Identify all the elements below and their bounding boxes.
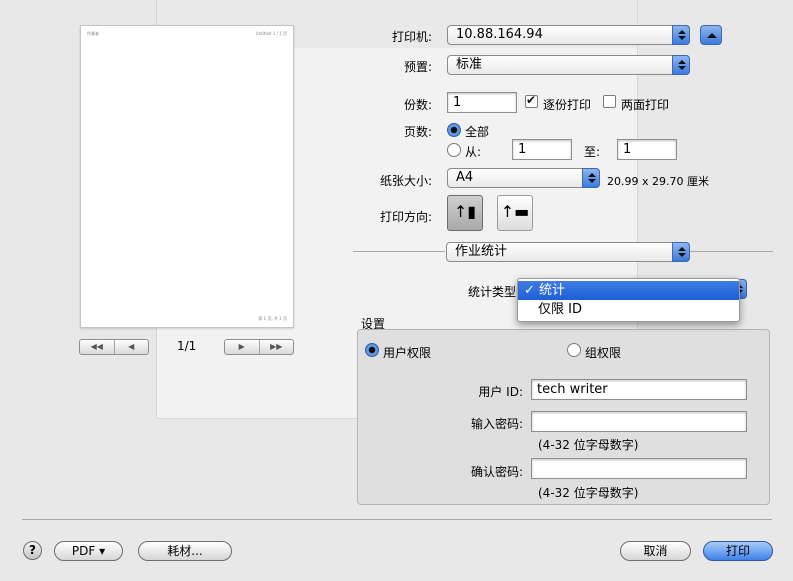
pages-all-radio[interactable]	[447, 123, 461, 137]
paper-size-select[interactable]: A4	[447, 168, 600, 188]
prev-page-button[interactable]: ◀	[113, 340, 149, 354]
portrait-button[interactable]: ↑▮	[447, 195, 483, 231]
presets-value: 标准	[456, 57, 483, 72]
duplex-checkbox[interactable]	[603, 95, 616, 108]
panel-value: 作业统计	[455, 244, 508, 259]
pages-from-input[interactable]: 1	[512, 139, 572, 160]
collate-label: 逐份打印	[543, 98, 592, 112]
pages-to-label: 至:	[584, 145, 601, 159]
copies-label: 份数:	[403, 98, 432, 112]
preview-nav-back: ◀◀ ◀	[79, 339, 149, 355]
user-permission-label: 用户权限	[383, 346, 432, 360]
collapse-button[interactable]	[700, 25, 722, 45]
printer-select[interactable]: 10.88.164.94	[447, 25, 690, 45]
pages-label: 页数:	[403, 125, 432, 139]
preview-nav-forward: ▶ ▶▶	[224, 339, 294, 355]
updown-arrow-icon	[672, 55, 690, 75]
menu-item-selected[interactable]: ✓ 统计	[518, 281, 739, 300]
page-preview: 作業者 Untitled 1 / 1 页 第 1 页, 共 1 页	[80, 25, 294, 328]
paper-size-label: 纸张大小:	[379, 174, 432, 188]
user-id-input[interactable]: tech writer	[531, 379, 747, 400]
checkmark-icon: ✓	[524, 283, 535, 298]
duplex-label: 两面打印	[621, 98, 670, 112]
user-id-label: 用户 ID:	[478, 385, 523, 399]
portrait-icon: ↑▮	[453, 202, 477, 221]
user-permission-radio[interactable]	[365, 343, 379, 357]
updown-arrow-icon	[672, 25, 690, 45]
password-label: 输入密码:	[470, 417, 523, 431]
menu-item-id-only[interactable]: 仅限 ID	[518, 300, 739, 319]
preview-footer: 第 1 页, 共 1 页	[258, 316, 287, 321]
pages-all-label: 全部	[465, 125, 490, 139]
pages-from-radio[interactable]	[447, 143, 461, 157]
pages-from-label: 从:	[465, 145, 482, 159]
password-hint: (4-32 位字母数字)	[538, 438, 639, 452]
confirm-password-input[interactable]	[531, 458, 747, 479]
pdf-button[interactable]: PDF ▾	[54, 541, 123, 561]
footer-divider	[22, 519, 772, 520]
copies-input[interactable]: 1	[447, 92, 517, 113]
printer-label: 打印机:	[391, 30, 432, 44]
accounting-type-menu: ✓ 统计 仅限 ID	[517, 278, 740, 322]
page-indicator: 1/1	[177, 339, 197, 353]
landscape-button[interactable]: ↑▬	[497, 195, 533, 231]
pages-to-input[interactable]: 1	[617, 139, 677, 160]
printer-value: 10.88.164.94	[456, 27, 543, 42]
cancel-button[interactable]: 取消	[620, 541, 691, 561]
preview-header-left: 作業者	[87, 31, 99, 36]
collate-checkbox[interactable]	[525, 93, 538, 108]
divider-left	[353, 251, 445, 252]
confirm-password-hint: (4-32 位字母数字)	[538, 486, 639, 500]
presets-label: 预置:	[403, 60, 432, 74]
presets-select[interactable]: 标准	[447, 55, 690, 75]
divider-right	[690, 251, 773, 252]
menu-item-label: 统计	[539, 283, 566, 298]
next-page-button[interactable]: ▶	[225, 340, 259, 354]
last-page-button[interactable]: ▶▶	[258, 340, 294, 354]
paper-dimensions: 20.99 x 29.70 厘米	[607, 175, 709, 188]
updown-arrow-icon	[582, 168, 600, 188]
password-input[interactable]	[531, 411, 747, 432]
help-button[interactable]: ?	[23, 541, 42, 560]
preview-header-right: Untitled 1 / 1 页	[255, 31, 287, 36]
first-page-button[interactable]: ◀◀	[80, 340, 114, 354]
panel-select[interactable]: 作业统计	[446, 242, 690, 262]
group-permission-radio[interactable]	[567, 343, 581, 357]
updown-arrow-icon	[672, 242, 690, 262]
group-permission-label: 组权限	[585, 346, 622, 360]
orientation-label: 打印方向:	[379, 210, 432, 224]
paper-size-value: A4	[456, 170, 474, 185]
accounting-type-label: 统计类型:	[467, 285, 520, 299]
supplies-button[interactable]: 耗材...	[138, 541, 232, 561]
confirm-password-label: 确认密码:	[470, 465, 523, 479]
landscape-icon: ↑▬	[500, 202, 530, 221]
print-button[interactable]: 打印	[703, 541, 773, 561]
